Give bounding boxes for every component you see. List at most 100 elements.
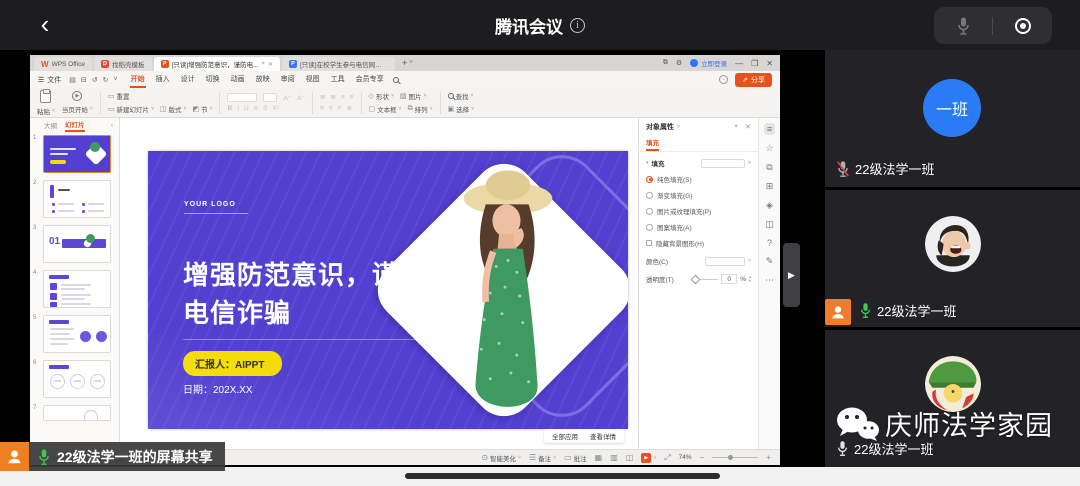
save-icon[interactable]: ▤: [69, 76, 76, 84]
grid-icon[interactable]: ⊞: [766, 181, 774, 192]
fill-style-select[interactable]: [701, 159, 745, 168]
close-button[interactable]: ✕: [766, 59, 773, 68]
fill-tab[interactable]: 填充: [646, 137, 659, 151]
tab-animation[interactable]: 动画: [230, 72, 246, 88]
arrange-button[interactable]: ⧉排列˅: [408, 104, 433, 114]
thumbnail-slide-2[interactable]: [43, 180, 111, 218]
tab-home[interactable]: 开始: [130, 72, 146, 88]
thumbnail-slide-5[interactable]: [43, 315, 111, 353]
layout-panel-icon[interactable]: ◫: [765, 219, 774, 230]
minimize-button[interactable]: —: [735, 59, 743, 68]
hide-ribbon-icon[interactable]: −: [719, 75, 728, 84]
help-icon[interactable]: ?: [767, 238, 772, 248]
pin-panel-icon[interactable]: ⌖: [734, 123, 738, 131]
notes-button[interactable]: ☰ 备注 ˅: [529, 453, 556, 463]
info-icon[interactable]: i: [570, 18, 585, 33]
color-select[interactable]: [705, 257, 745, 266]
thumbnail-slide-7[interactable]: [43, 405, 111, 421]
caret-down-icon[interactable]: ˅: [114, 76, 118, 84]
tab-outline[interactable]: 大纲: [44, 120, 57, 130]
undo-icon[interactable]: ↺: [92, 76, 98, 84]
layers-icon[interactable]: ⧉: [766, 162, 772, 173]
login-button[interactable]: 立即登录: [690, 58, 727, 68]
transparency-input[interactable]: 0: [721, 274, 737, 284]
thumbnail-slide-6[interactable]: [43, 360, 111, 398]
mic-icon[interactable]: [956, 16, 971, 36]
zoom-level[interactable]: 74%: [679, 454, 692, 461]
radio-gradient-fill[interactable]: 渐变填充(G): [646, 190, 751, 200]
redo-icon[interactable]: ↻: [103, 76, 109, 84]
participant-tile-2[interactable]: 22级法学一班: [825, 190, 1080, 327]
edit-pen-icon[interactable]: ✎: [766, 256, 774, 267]
tab-slides[interactable]: 幻灯片: [65, 119, 85, 132]
tab-transition[interactable]: 切换: [205, 72, 221, 88]
view-details-link[interactable]: 查看详情: [590, 431, 616, 441]
picture-button[interactable]: ▨图片˅: [400, 91, 427, 101]
more-icon[interactable]: ⋯: [765, 275, 774, 286]
play-from-current-button[interactable]: 当页开始˅: [62, 104, 93, 114]
checkbox-hide-background[interactable]: 隐藏背景图形(H): [646, 238, 751, 248]
sorter-view-icon[interactable]: ▥: [610, 453, 618, 462]
slide-main[interactable]: YOUR LOGO 增强防范意识，谨防 电信诈骗 汇报人：AIPPT 日期：20…: [148, 151, 628, 429]
screen-share-badge[interactable]: 22级法学一班的屏幕共享: [0, 442, 225, 471]
radio-solid-fill[interactable]: 纯色填充(S): [646, 174, 751, 184]
pin-icon[interactable]: ⌖: [262, 61, 265, 68]
normal-view-icon[interactable]: ▦: [595, 453, 603, 462]
textbox-button[interactable]: ▢文本框˅: [369, 104, 402, 114]
expand-icon[interactable]: ▾: [646, 160, 649, 166]
thumbnail-slide-3[interactable]: 01: [43, 225, 111, 263]
tab-member[interactable]: 会员专享: [355, 72, 385, 88]
section-button[interactable]: ◩节˅: [192, 104, 212, 114]
thumbnail-slide-4[interactable]: [43, 270, 111, 308]
panes-icon[interactable]: ⧉: [663, 59, 668, 67]
tab-tools[interactable]: 工具: [330, 72, 346, 88]
radio-pattern-fill[interactable]: 图案填充(A): [646, 222, 751, 232]
transparency-slider[interactable]: [692, 279, 718, 280]
zoom-slider[interactable]: [712, 457, 758, 458]
tab-review[interactable]: 审阅: [280, 72, 296, 88]
layout-button[interactable]: ◫版式˅: [160, 104, 187, 114]
properties-strip-icon[interactable]: ≡: [764, 123, 775, 135]
shapes-button[interactable]: ◇形状˅: [369, 91, 394, 101]
comments-button[interactable]: ▭ 批注: [564, 453, 587, 463]
tab-view[interactable]: 视图: [305, 72, 321, 88]
new-tab-button[interactable]: + ˅: [396, 55, 419, 71]
slide-canvas[interactable]: YOUR LOGO 增强防范意识，谨防 电信诈骗 汇报人：AIPPT 日期：20…: [120, 118, 638, 449]
home-indicator[interactable]: [405, 473, 720, 479]
paste-button[interactable]: 粘贴˅: [37, 106, 55, 116]
tab-current-presentation[interactable]: P [只读]增强防范意识，谨防电... ⌖ ✕: [154, 57, 280, 71]
tab-slideshow[interactable]: 放映: [255, 72, 271, 88]
diamond-tool-icon[interactable]: ◈: [766, 200, 773, 211]
reading-view-icon[interactable]: ◫: [626, 453, 634, 462]
participant-tile-3[interactable]: 22级法学一班: [825, 330, 1080, 467]
record-icon[interactable]: [1015, 18, 1031, 34]
tab-design[interactable]: 设计: [180, 72, 196, 88]
sidebar-expand-handle[interactable]: ▶: [783, 243, 800, 307]
spinner-stepper[interactable]: ▴▾: [749, 275, 751, 283]
restore-button[interactable]: ❐: [751, 59, 758, 68]
close-panel-icon[interactable]: ✕: [745, 123, 751, 131]
reset-button[interactable]: ▭重置: [108, 91, 130, 101]
settings-gear-icon[interactable]: ⚙: [676, 59, 682, 67]
close-tab-icon[interactable]: ✕: [268, 61, 273, 68]
fullscreen-icon[interactable]: ⤢: [664, 453, 670, 463]
apply-all-button[interactable]: 全部应用: [552, 431, 578, 441]
new-slide-button[interactable]: ▭新建幻灯片˅: [108, 104, 154, 114]
find-button[interactable]: 查找˅: [448, 91, 474, 101]
search-icon[interactable]: [393, 77, 399, 83]
tab-insert[interactable]: 插入: [155, 72, 171, 88]
radio-picture-fill[interactable]: 图片或纹理填充(P): [646, 206, 751, 216]
file-menu[interactable]: ☰ 文件: [38, 75, 61, 85]
tab-docer-templates[interactable]: D 找稻壳模板: [94, 57, 152, 71]
share-document-button[interactable]: ⇗ 分享: [735, 73, 772, 87]
collapse-panel-icon[interactable]: ‹: [111, 122, 113, 129]
star-recommend-icon[interactable]: ☆: [765, 143, 773, 154]
tab-other-presentation[interactable]: P [只读]在校学生参与电信网络诈骗活...: [282, 57, 395, 71]
output-icon[interactable]: ⊟: [81, 76, 87, 84]
participant-tile-1[interactable]: 一班 22级法学一班: [825, 50, 1080, 187]
select-button[interactable]: ▣选择˅: [448, 104, 475, 114]
beautify-button[interactable]: ⊙ 智能美化 ˅: [481, 453, 521, 463]
zoom-in-icon[interactable]: +: [766, 453, 771, 462]
zoom-out-icon[interactable]: −: [700, 453, 705, 462]
thumbnail-slide-1[interactable]: [43, 135, 111, 173]
